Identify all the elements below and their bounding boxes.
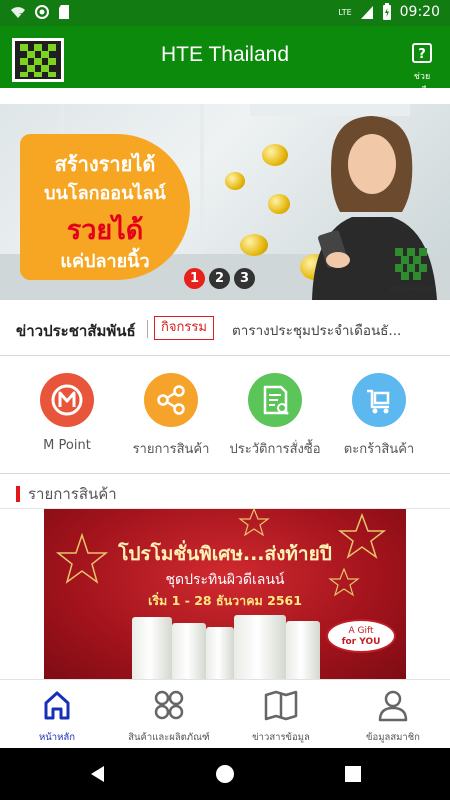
shortcut-menu: M Point รายการสินค้า ประวัติการสั่งซื้อ bbox=[0, 357, 450, 474]
svg-text:?: ? bbox=[418, 47, 426, 62]
carousel-indicators: 1 2 3 bbox=[184, 268, 255, 289]
nav-products[interactable]: สินค้าและผลิตภัณฑ์ bbox=[113, 688, 225, 745]
nav-label: สินค้าและผลิตภัณฑ์ bbox=[128, 732, 210, 743]
nav-label: ข่าวสารข้อมูล bbox=[252, 732, 310, 743]
gift-tag-line-2: for YOU bbox=[341, 637, 381, 647]
nav-member[interactable]: ข้อมูลสมาชิก bbox=[337, 688, 449, 745]
promo-subtitle: ชุดประทินผิวดีเลนน์ bbox=[165, 572, 285, 588]
shortcut-m-point[interactable]: M Point bbox=[11, 373, 123, 453]
banner-line-3: รวยได้ bbox=[66, 215, 144, 246]
app-title: HTE Thailand bbox=[160, 43, 289, 66]
svg-text:?: ? bbox=[19, 12, 23, 20]
banner-line-2: บนโลกออนไลน์ bbox=[44, 183, 166, 204]
banner-line-4: แค่ปลายนิ้ว bbox=[60, 251, 150, 272]
product-bottle bbox=[286, 621, 320, 679]
nav-news[interactable]: ข่าวสารข้อมูล bbox=[225, 688, 337, 745]
cart-icon bbox=[367, 389, 390, 414]
banner-carousel[interactable]: สร้างรายได้ บนโลกออนไลน์ รวยได้ แค่ปลายน… bbox=[0, 104, 450, 300]
section-title: รายการสินค้า bbox=[28, 485, 117, 503]
promo-date: เริ่ม 1 - 28 ธันวาคม 2561 bbox=[148, 593, 302, 608]
coin-icon bbox=[262, 144, 288, 166]
news-category-tag[interactable]: กิจกรรม bbox=[154, 316, 214, 340]
product-bottle bbox=[206, 627, 234, 679]
promo-banner[interactable]: โปรโมชั่นพิเศษ...ส่งท้ายปี ชุดประทินผิวด… bbox=[44, 509, 406, 679]
recent-apps-icon[interactable] bbox=[343, 764, 363, 784]
battery-charging-icon bbox=[382, 3, 391, 20]
section-header: รายการสินค้า bbox=[16, 482, 117, 506]
bottom-navigation: หน้าหลัก สินค้าและผลิตภัณฑ์ ข่าวสารข้อมู… bbox=[0, 679, 450, 748]
clock: 09:20 bbox=[399, 4, 440, 20]
shortcut-label: รายการสินค้า bbox=[132, 442, 210, 457]
order-history-icon bbox=[263, 385, 289, 415]
signal-icon bbox=[360, 6, 373, 19]
coin-icon bbox=[225, 172, 245, 190]
home-button-icon[interactable] bbox=[215, 764, 235, 784]
home-icon bbox=[44, 691, 70, 720]
share-nodes-icon bbox=[157, 385, 185, 415]
nav-label: หน้าหลัก bbox=[39, 732, 75, 743]
shortcut-label: ตะกร้าสินค้า bbox=[343, 442, 415, 457]
news-title: ข่าวประชาสัมพันธ์ bbox=[16, 322, 136, 340]
hte-logo-icon bbox=[394, 248, 427, 280]
wifi-icon: ? bbox=[11, 7, 25, 20]
shortcut-order-history[interactable]: ประวัติการสั่งซื้อ bbox=[219, 373, 331, 459]
product-bottle bbox=[132, 617, 172, 679]
network-type: LTE bbox=[338, 7, 352, 17]
news-divider bbox=[147, 320, 148, 338]
banner-logo-text: HTE THAILAND bbox=[389, 286, 434, 293]
banner-line-1: สร้างรายได้ bbox=[54, 152, 156, 176]
nav-label: ข้อมูลสมาชิก bbox=[366, 732, 420, 743]
system-navigation-bar bbox=[0, 748, 450, 800]
question-icon: ? bbox=[412, 43, 432, 63]
book-icon bbox=[264, 690, 298, 721]
section-accent-bar bbox=[16, 486, 20, 502]
carousel-dot-3[interactable]: 3 bbox=[234, 268, 255, 289]
shortcut-cart[interactable]: ตะกร้าสินค้า bbox=[323, 373, 435, 459]
shortcut-label: M Point bbox=[43, 438, 91, 453]
help-button[interactable]: ? ช่วยเหลือ bbox=[404, 42, 440, 97]
coin-icon bbox=[240, 234, 268, 256]
news-ticker[interactable]: ข่าวประชาสัมพันธ์ กิจกรรม ตารางประชุมประ… bbox=[0, 300, 450, 356]
banner-logo: HTE THAILAND bbox=[389, 246, 434, 293]
product-bottle bbox=[172, 623, 206, 679]
user-icon bbox=[378, 690, 408, 722]
carousel-dot-2[interactable]: 2 bbox=[209, 268, 230, 289]
coin-icon bbox=[268, 194, 290, 214]
grid-icon bbox=[154, 690, 184, 720]
sd-card-icon bbox=[59, 5, 69, 19]
gift-tag: A Gift for YOU bbox=[326, 619, 396, 653]
gift-tag-line-1: A Gift bbox=[348, 626, 374, 636]
promo-title: โปรโมชั่นพิเศษ...ส่งท้ายปี bbox=[118, 543, 332, 565]
m-point-icon bbox=[51, 384, 83, 416]
app-bar: HTE Thailand ? ช่วยเหลือ bbox=[0, 26, 450, 96]
status-bar: ? LTE 09:20 bbox=[0, 0, 450, 26]
shortcut-product-list[interactable]: รายการสินค้า bbox=[115, 373, 227, 459]
shortcut-label: ประวัติการสั่งซื้อ bbox=[229, 442, 321, 457]
product-bottle bbox=[234, 615, 286, 679]
help-label: ช่วยเหลือ bbox=[412, 72, 432, 96]
back-icon[interactable] bbox=[88, 764, 108, 784]
carousel-dot-1[interactable]: 1 bbox=[184, 268, 205, 289]
news-headline[interactable]: ตารางประชุมประจำเดือนธั... bbox=[232, 319, 442, 341]
nav-home[interactable]: หน้าหลัก bbox=[1, 688, 113, 745]
sync-icon bbox=[35, 5, 49, 19]
